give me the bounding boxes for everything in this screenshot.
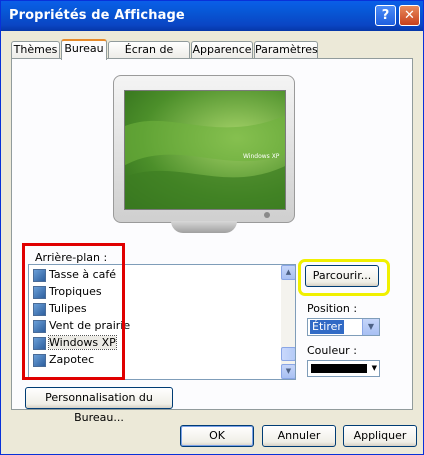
tab-themes[interactable]: Thèmes xyxy=(11,41,60,59)
chevron-down-icon[interactable]: ▼ xyxy=(362,319,379,335)
window-title: Propriétés de Affichage xyxy=(9,8,185,23)
red-highlight-box xyxy=(22,243,125,380)
yellow-highlight-box xyxy=(298,259,390,296)
position-select[interactable]: Étirer ▼ xyxy=(307,318,380,336)
position-label: Position : xyxy=(307,302,358,315)
monitor-frame: Windows XP xyxy=(113,75,295,223)
display-properties-window: Propriétés de Affichage ? ✕ Thèmes Burea… xyxy=(0,0,424,455)
scroll-thumb[interactable] xyxy=(281,347,295,361)
scroll-up-icon[interactable]: ▲ xyxy=(281,265,295,280)
windows-logo-text: Windows XP xyxy=(243,153,280,160)
monitor-stand xyxy=(171,221,237,233)
color-label: Couleur : xyxy=(307,344,357,357)
power-led-icon xyxy=(264,212,270,218)
wallpaper-swoosh xyxy=(125,115,285,209)
monitor-preview: Windows XP xyxy=(113,75,295,237)
position-value: Étirer xyxy=(310,320,344,334)
cancel-button[interactable]: Annuler xyxy=(262,425,336,447)
tab-bureau[interactable]: Bureau xyxy=(61,39,107,60)
customize-desktop-button[interactable]: Personnalisation du Bureau... xyxy=(25,387,173,424)
help-button[interactable]: ? xyxy=(375,5,396,26)
list-scrollbar[interactable]: ▲ ▼ xyxy=(281,265,295,379)
dropdown-arrow-icon: ▼ xyxy=(371,364,377,372)
tab-screensaver[interactable]: Écran de veille xyxy=(108,41,190,72)
tab-appearance[interactable]: Apparence xyxy=(191,41,253,59)
wallpaper-preview: Windows XP xyxy=(124,90,286,210)
title-bar[interactable]: Propriétés de Affichage ? ✕ xyxy=(1,1,423,31)
color-swatch xyxy=(311,364,367,373)
color-picker-button[interactable]: ▼ xyxy=(307,360,380,377)
ok-button[interactable]: OK xyxy=(180,425,254,447)
apply-button[interactable]: Appliquer xyxy=(343,425,417,447)
scroll-down-icon[interactable]: ▼ xyxy=(281,364,295,379)
tab-settings[interactable]: Paramètres xyxy=(254,41,318,59)
close-button[interactable]: ✕ xyxy=(399,5,420,26)
